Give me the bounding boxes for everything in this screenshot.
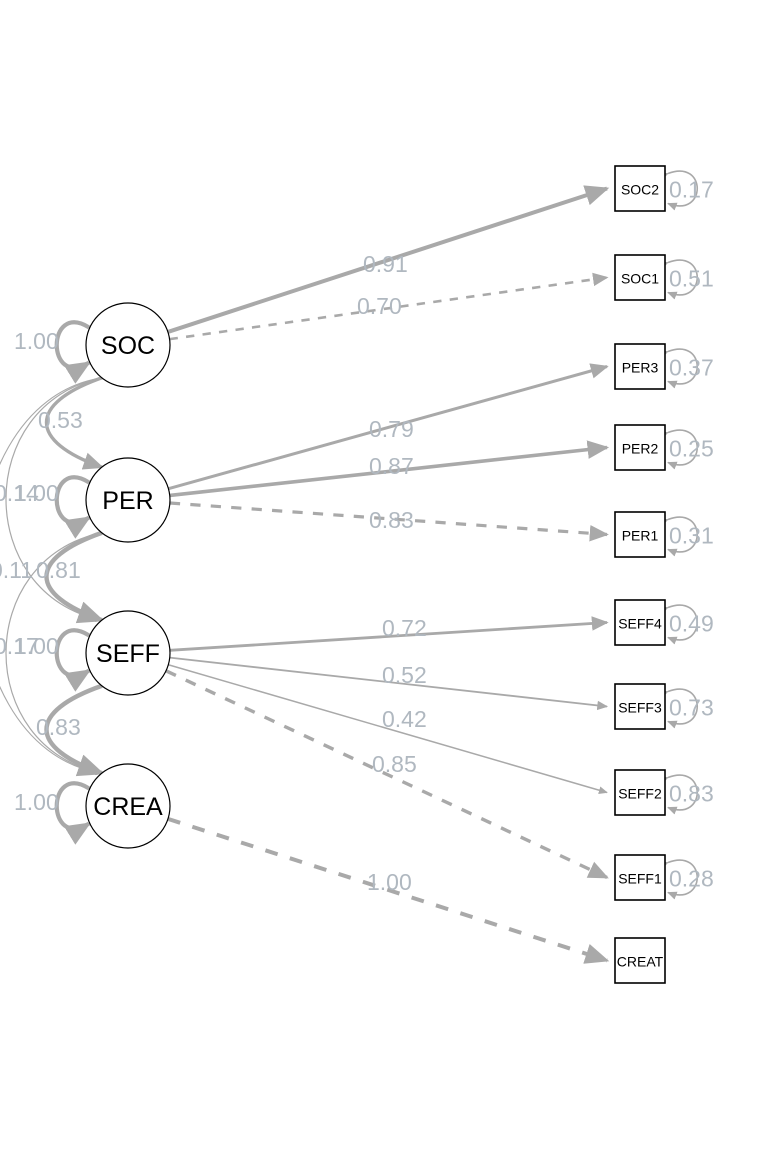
manifest-node-soc2[interactable]: SOC2: [614, 165, 666, 212]
residual-label-seff3: 0.73: [669, 695, 714, 721]
covariance-label-soc-seff: 0.14: [0, 480, 39, 506]
manifest-node-seff3[interactable]: SEFF3: [614, 683, 666, 730]
residual-label-seff2: 0.83: [669, 781, 714, 807]
residual-label-per3: 0.37: [669, 355, 714, 381]
manifest-label-soc1: SOC1: [621, 271, 659, 287]
loading-label-seff-seff4: 0.72: [382, 615, 427, 641]
loading-label-seff-seff1: 0.85: [372, 751, 417, 777]
loading-label-per-per1: 0.83: [369, 507, 414, 533]
residual-label-soc2: 0.17: [669, 177, 714, 203]
manifest-node-per1[interactable]: PER1: [614, 511, 666, 558]
variance-loop-crea: [54, 781, 114, 845]
manifest-label-per1: PER1: [622, 528, 659, 544]
variance-label-soc: 1.00: [14, 328, 59, 354]
manifest-label-seff3: SEFF3: [618, 700, 662, 716]
loading-label-per-per3: 0.79: [369, 416, 414, 442]
covariance-label-soc-per: 0.53: [38, 407, 83, 433]
manifest-node-per3[interactable]: PER3: [614, 343, 666, 390]
loading-label-crea-creat: 1.00: [367, 869, 412, 895]
manifest-node-seff1[interactable]: SEFF1: [614, 854, 666, 901]
manifest-label-per3: PER3: [622, 360, 659, 376]
manifest-node-seff2[interactable]: SEFF2: [614, 769, 666, 816]
residual-label-per2: 0.25: [669, 436, 714, 462]
manifest-label-creat: CREAT: [617, 954, 664, 970]
latent-node-soc[interactable]: SOC: [85, 302, 171, 388]
covariance-label-per-seff: 0.81: [36, 557, 81, 583]
manifest-label-per2: PER2: [622, 441, 659, 457]
latent-node-crea[interactable]: CREA: [85, 763, 171, 849]
manifest-node-seff4[interactable]: SEFF4: [614, 599, 666, 646]
loading-label-soc-soc2: 0.91: [363, 251, 408, 277]
latent-label-per: PER: [102, 487, 153, 515]
loading-label-seff-seff3: 0.52: [382, 662, 427, 688]
latent-node-per[interactable]: PER: [85, 457, 171, 543]
residual-label-per1: 0.31: [669, 523, 714, 549]
manifest-node-creat[interactable]: CREAT: [614, 937, 666, 984]
variance-loop-seff: [54, 628, 114, 692]
covariance-label-soc-crea: 0.11: [0, 557, 33, 583]
latent-label-soc: SOC: [101, 332, 155, 360]
latent-label-seff: SEFF: [96, 640, 160, 668]
latent-node-seff[interactable]: SEFF: [85, 610, 171, 696]
covariance-label-seff-crea: 0.83: [36, 714, 81, 740]
variance-label-crea: 1.00: [14, 789, 59, 815]
manifest-node-soc1[interactable]: SOC1: [614, 254, 666, 301]
variance-loop-per: [54, 475, 114, 539]
manifest-label-seff4: SEFF4: [618, 616, 662, 632]
path-layer: [0, 170, 699, 964]
variance-loop-soc: [54, 320, 114, 384]
manifest-label-seff1: SEFF1: [618, 871, 662, 887]
manifest-label-seff2: SEFF2: [618, 786, 662, 802]
loading-label-per-per2: 0.87: [369, 453, 414, 479]
loading-label-seff-seff2: 0.42: [382, 706, 427, 732]
manifest-node-per2[interactable]: PER2: [614, 424, 666, 471]
latent-label-crea: CREA: [93, 793, 163, 821]
node-layer: SOC PER SEFF CREA SOC2 SOC1 PER3 PER2 PER1 SEFF4 S…: [85, 165, 666, 984]
residual-label-soc1: 0.51: [669, 266, 714, 292]
sem-path-diagram: SOC PER SEFF CREA SOC2 SOC1 PER3 PER2 PER1 SEFF4 S…: [0, 165, 714, 984]
covariance-label-per-crea: 0.17: [0, 633, 39, 659]
residual-label-seff1: 0.28: [669, 866, 714, 892]
manifest-label-soc2: SOC2: [621, 182, 659, 198]
loading-label-soc-soc1: 0.70: [357, 293, 402, 319]
residual-label-seff4: 0.49: [669, 611, 714, 637]
